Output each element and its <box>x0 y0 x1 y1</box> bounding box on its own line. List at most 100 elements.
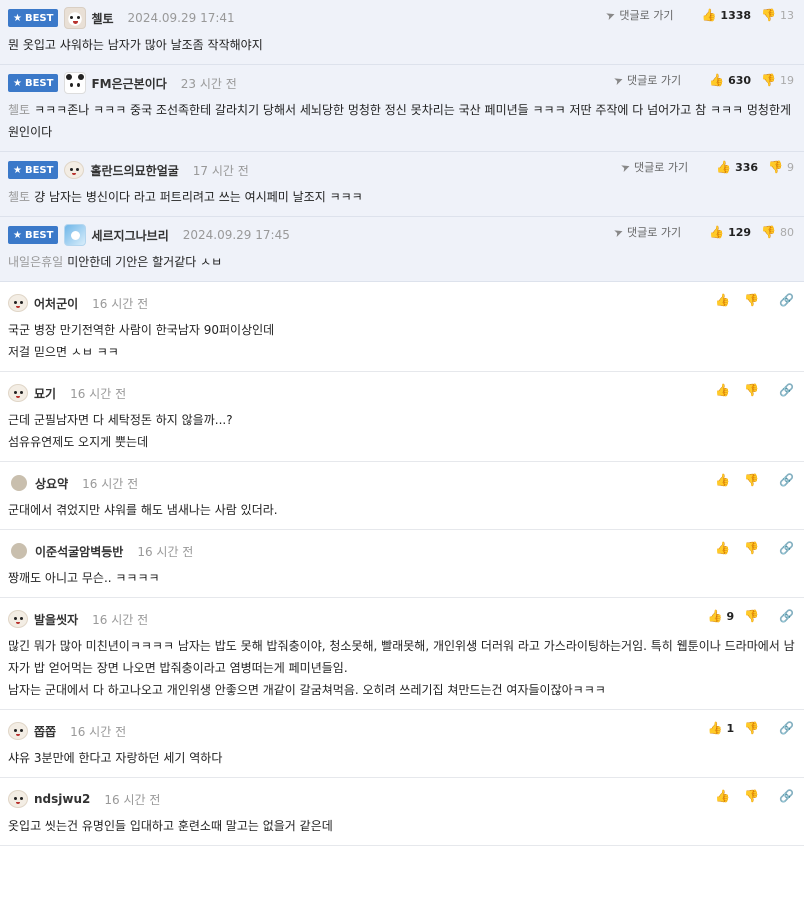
comment-body: 샤유 3분만에 한다고 자랑하던 세기 역하다 <box>8 741 796 777</box>
avatar-dog-icon[interactable] <box>64 7 87 29</box>
upvote-button[interactable]: 👍 9 <box>707 609 734 623</box>
avatar-dog-icon[interactable] <box>8 294 28 312</box>
downvote-button[interactable]: 👎 80 <box>761 225 794 239</box>
thumbs-up-icon: 👍 <box>715 473 731 487</box>
comment-text-line: 저걸 믿으면 ㅅㅂ ㅋㅋ <box>8 345 119 359</box>
downvote-button[interactable]: 👎 19 <box>761 73 794 87</box>
thumbs-up-icon: 👍 <box>707 721 723 735</box>
link-icon[interactable]: 🔗 <box>779 789 794 803</box>
comment-body: 첼토 ㅋㅋㅋ존나 ㅋㅋㅋ 중국 조선족한테 갈라치기 당해서 세뇌당한 멍청한 정… <box>8 93 796 151</box>
downvote-button[interactable]: 👎 9 <box>768 160 794 174</box>
comment-header: 이준석굴암벽등반 16 시간 전 <box>8 541 796 561</box>
nickname[interactable]: 홀란드의묘한얼굴 <box>90 162 178 179</box>
nickname[interactable]: 상요약 <box>35 475 68 492</box>
upvote-button[interactable]: 👍 1 <box>707 721 734 735</box>
upvote-button[interactable]: 👍 129 <box>709 225 751 239</box>
timestamp: 2024.09.29 17:45 <box>182 228 290 242</box>
comment-body: 뭔 옷입고 샤워하는 남자가 많아 날조좀 작작해야지 <box>8 28 796 64</box>
avatar-dog-icon[interactable] <box>8 610 28 628</box>
avatar-dog-icon[interactable] <box>8 384 28 402</box>
downvote-count: 19 <box>780 73 794 87</box>
thumbs-down-icon: 👎 <box>744 721 760 735</box>
nickname[interactable]: 이준석굴암벽등반 <box>35 543 123 560</box>
upvote-button[interactable]: 👍 <box>715 473 734 487</box>
avatar-panda-icon[interactable] <box>64 72 87 94</box>
link-icon[interactable]: 🔗 <box>779 473 794 487</box>
link-icon[interactable]: 🔗 <box>779 609 794 623</box>
timestamp: 16 시간 전 <box>70 386 127 401</box>
upvote-button[interactable]: 👍 1338 <box>701 8 751 22</box>
thumbs-up-icon: 👍 <box>715 383 731 397</box>
comment-text-line: 짱깨도 아니고 무슨.. ㅋㅋㅋㅋ <box>8 571 160 585</box>
timestamp: 16 시간 전 <box>70 724 127 739</box>
reply-link[interactable]: ➤ 댓글로 가기 <box>618 159 688 175</box>
reply-link[interactable]: ➤ 댓글로 가기 <box>611 224 682 240</box>
reply-link-label: 댓글로 가기 <box>627 74 682 87</box>
comment-text-line: 군대에서 겪었지만 샤워를 해도 냄새나는 사람 있더라. <box>8 503 278 517</box>
arrow-icon: ➤ <box>611 224 625 240</box>
avatar-dog-icon[interactable] <box>8 722 28 740</box>
comment-header: ndsjwu2 16 시간 전 <box>8 789 796 809</box>
link-icon[interactable]: 🔗 <box>779 721 794 735</box>
comment: 묘기 16 시간 전 👍 👎 🔗 근데 군필남자면 다 세탁정돈 하지 않을까...? 섬유… <box>0 372 804 462</box>
downvote-button[interactable]: 👎 <box>744 473 763 487</box>
comment-body: 옷입고 씻는건 유명인들 입대하고 훈련소때 말고는 없을거 같은데 <box>8 809 796 845</box>
nickname[interactable]: 쫍쫍 <box>34 723 56 740</box>
avatar-dog-icon[interactable] <box>8 790 28 808</box>
nickname[interactable]: ndsjwu2 <box>34 792 90 806</box>
nickname[interactable]: 어처군이 <box>34 295 78 312</box>
upvote-button[interactable]: 👍 <box>715 383 734 397</box>
reply-link-label: 댓글로 가기 <box>627 226 682 239</box>
upvote-count: 336 <box>735 160 759 174</box>
link-icon[interactable]: 🔗 <box>779 383 794 397</box>
avatar-dot-icon[interactable] <box>11 543 27 559</box>
upvote-button[interactable]: 👍 <box>715 293 734 307</box>
comment-body: 국군 병장 만기전역한 사람이 한국남자 90퍼이상인데저걸 믿으면 ㅅㅂ ㅋㅋ <box>8 313 796 371</box>
reply-to-nickname[interactable]: 첼토 <box>8 103 30 117</box>
downvote-button[interactable]: 👎 <box>744 383 763 397</box>
best-label: BEST <box>24 164 54 176</box>
comment-text-line: 국군 병장 만기전역한 사람이 한국남자 90퍼이상인데 <box>8 323 275 337</box>
nickname[interactable]: FM은근본이다 <box>91 75 166 92</box>
thumbs-up-icon: 👍 <box>716 160 732 174</box>
downvote-button[interactable]: 👎 <box>744 293 763 307</box>
nickname[interactable]: 묘기 <box>34 385 56 402</box>
comment-body: 짱깨도 아니고 무슨.. ㅋㅋㅋㅋ <box>8 561 796 597</box>
avatar-blue-icon[interactable] <box>64 224 87 246</box>
nickname[interactable]: 발을씻자 <box>34 611 78 628</box>
downvote-button[interactable]: 👎 <box>744 789 763 803</box>
upvote-button[interactable]: 👍 <box>715 789 734 803</box>
downvote-button[interactable]: 👎 <box>744 541 763 555</box>
nickname[interactable]: 첼토 <box>91 10 113 27</box>
comment-body: 군대에서 겪었지만 샤워를 해도 냄새나는 사람 있더라. <box>8 493 796 529</box>
comment-actions: 👍 👎 🔗 <box>705 789 794 803</box>
comment-actions: 👍 👎 🔗 <box>705 383 794 397</box>
star-icon: ★ <box>13 12 22 24</box>
nickname[interactable]: 세르지그나브리 <box>91 227 168 244</box>
best-comment: ★ BEST 첼토 2024.09.29 17:41 ➤ 댓글로 가기 👍 1338 👎 13 뭔 … <box>0 0 804 65</box>
reply-link[interactable]: ➤ 댓글로 가기 <box>604 7 674 23</box>
thumbs-down-icon: 👎 <box>744 609 760 623</box>
upvote-button[interactable]: 👍 336 <box>716 160 758 174</box>
comment: 발을씻자 16 시간 전 👍 9 👎 🔗 많긴 뭐가 많아 미친년이ㅋㅋㅋㅋ 남자는 밥도 … <box>0 598 804 710</box>
upvote-button[interactable]: 👍 <box>715 541 734 555</box>
reply-link[interactable]: ➤ 댓글로 가기 <box>612 72 682 88</box>
downvote-button[interactable]: 👎 13 <box>761 8 794 22</box>
link-icon[interactable]: 🔗 <box>779 293 794 307</box>
comment-text: 미안한데 기안은 할거같다 ㅅㅂ <box>67 255 223 269</box>
avatar-dot-icon[interactable] <box>11 475 27 491</box>
timestamp: 16 시간 전 <box>92 296 149 311</box>
thumbs-up-icon: 👍 <box>709 73 725 87</box>
reply-to-nickname[interactable]: 첼토 <box>8 190 30 204</box>
reply-link-label: 댓글로 가기 <box>619 9 674 22</box>
upvote-count: 630 <box>728 73 752 87</box>
downvote-button[interactable]: 👎 <box>744 609 763 623</box>
upvote-button[interactable]: 👍 630 <box>709 73 751 87</box>
downvote-button[interactable]: 👎 <box>744 721 763 735</box>
upvote-count: 9 <box>726 609 735 623</box>
avatar-dog-icon[interactable] <box>64 161 85 179</box>
arrow-icon: ➤ <box>618 159 632 175</box>
link-icon[interactable]: 🔗 <box>779 541 794 555</box>
thumbs-down-icon: 👎 <box>744 473 760 487</box>
reply-to-nickname[interactable]: 내일은휴일 <box>8 255 63 269</box>
